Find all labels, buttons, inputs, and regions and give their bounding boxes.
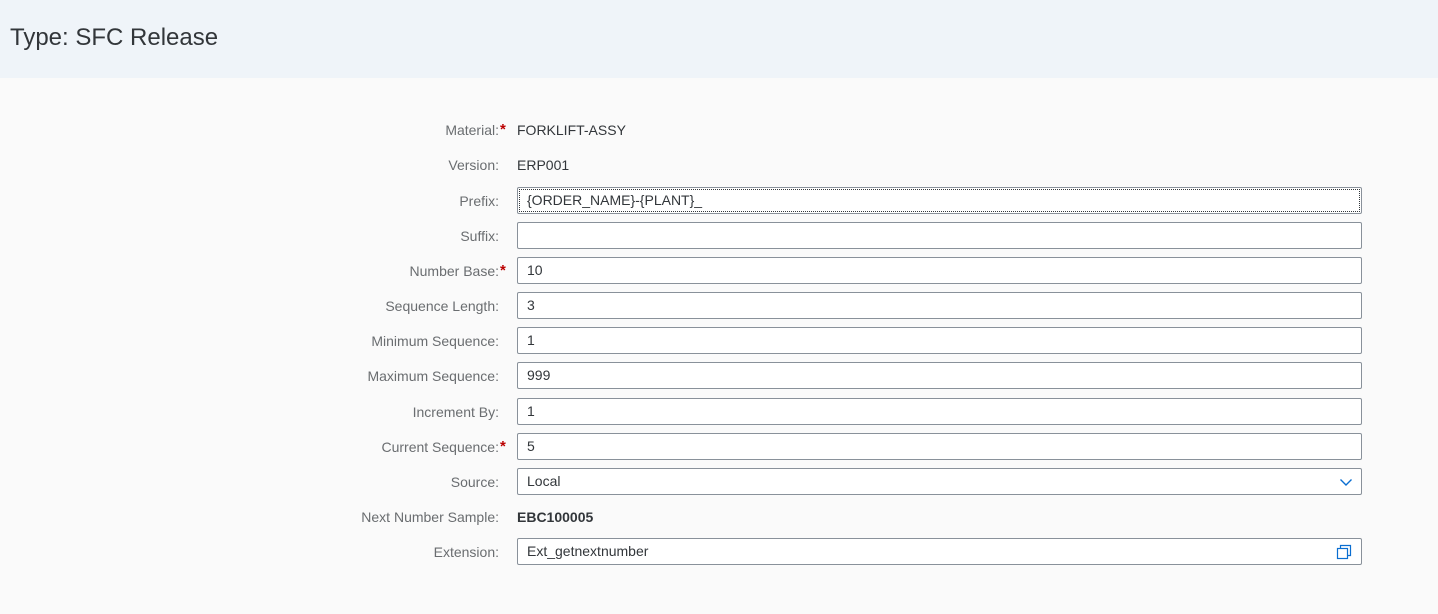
extension-label: Extension:: [433, 544, 499, 560]
suffix-input[interactable]: [517, 222, 1362, 249]
prefix-input-value: {ORDER_NAME}-{PLANT}_: [527, 192, 703, 208]
form-content: Material: * FORKLIFT-ASSY Version: ERP00…: [0, 78, 1438, 614]
version-row: Version: ERP001: [0, 150, 1438, 180]
required-indicator: *: [500, 438, 506, 455]
prefix-label: Prefix:: [459, 193, 499, 209]
current-sequence-input[interactable]: 5: [517, 433, 1362, 460]
page-title: Type: SFC Release: [10, 24, 219, 51]
next-number-sample-label: Next Number Sample:: [361, 509, 499, 525]
prefix-row: Prefix: {ORDER_NAME}-{PLANT}_: [0, 186, 1438, 216]
extension-input[interactable]: Ext_getnextnumber: [517, 538, 1362, 565]
required-indicator: *: [500, 121, 506, 138]
number-base-label: Number Base:: [409, 263, 499, 279]
source-select[interactable]: Local: [517, 468, 1362, 495]
value-help-icon[interactable]: [1336, 544, 1352, 560]
minimum-sequence-input[interactable]: 1: [517, 327, 1362, 354]
minimum-sequence-row: Minimum Sequence: 1: [0, 326, 1438, 356]
source-row: Source: Local: [0, 467, 1438, 497]
current-sequence-label: Current Sequence:: [381, 439, 499, 455]
chevron-down-icon[interactable]: [1339, 475, 1353, 489]
sequence-length-label: Sequence Length:: [385, 298, 499, 314]
page-header: Type: SFC Release: [0, 0, 1438, 78]
suffix-label: Suffix:: [460, 228, 499, 244]
increment-by-row: Increment By: 1: [0, 397, 1438, 427]
version-label: Version:: [448, 157, 499, 173]
current-sequence-row: Current Sequence: * 5: [0, 432, 1438, 462]
number-base-input[interactable]: 10: [517, 257, 1362, 284]
sequence-length-row: Sequence Length: 3: [0, 291, 1438, 321]
sequence-length-input[interactable]: 3: [517, 292, 1362, 319]
source-select-value: Local: [527, 473, 561, 489]
material-label: Material:: [445, 122, 499, 138]
maximum-sequence-label: Maximum Sequence:: [367, 368, 499, 384]
next-number-sample-value: EBC100005: [517, 509, 594, 525]
maximum-sequence-input-value: 999: [527, 367, 551, 383]
material-row: Material: * FORKLIFT-ASSY: [0, 115, 1438, 145]
increment-by-input-value: 1: [527, 403, 535, 419]
maximum-sequence-row: Maximum Sequence: 999: [0, 361, 1438, 391]
version-value: ERP001: [517, 157, 570, 173]
minimum-sequence-label: Minimum Sequence:: [371, 333, 499, 349]
increment-by-input[interactable]: 1: [517, 398, 1362, 425]
increment-by-label: Increment By:: [412, 404, 499, 420]
sequence-length-input-value: 3: [527, 297, 535, 313]
number-base-row: Number Base: * 10: [0, 256, 1438, 286]
suffix-row: Suffix:: [0, 221, 1438, 251]
source-label: Source:: [450, 474, 499, 490]
extension-input-value: Ext_getnextnumber: [527, 543, 649, 559]
next-number-sample-row: Next Number Sample: EBC100005: [0, 502, 1438, 532]
current-sequence-input-value: 5: [527, 438, 535, 454]
number-base-input-value: 10: [527, 262, 543, 278]
maximum-sequence-input[interactable]: 999: [517, 362, 1362, 389]
required-indicator: *: [500, 262, 506, 279]
minimum-sequence-input-value: 1: [527, 332, 535, 348]
prefix-input[interactable]: {ORDER_NAME}-{PLANT}_: [517, 187, 1362, 214]
extension-row: Extension: Ext_getnextnumber: [0, 537, 1438, 567]
material-value: FORKLIFT-ASSY: [517, 122, 626, 138]
